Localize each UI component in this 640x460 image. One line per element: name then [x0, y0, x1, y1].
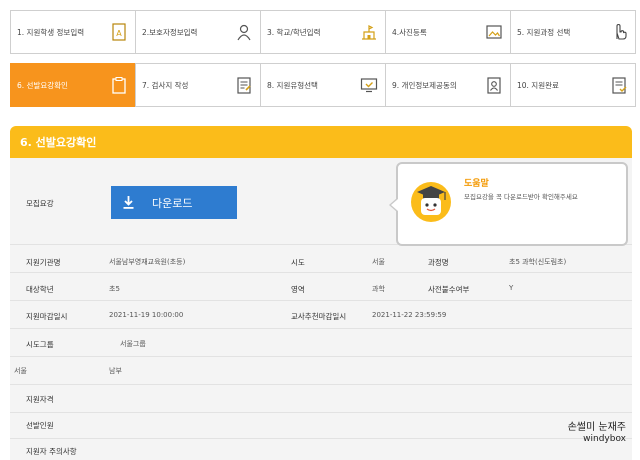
- step-photo[interactable]: 4.사진등록: [385, 10, 511, 54]
- city-value: 서울: [372, 258, 385, 266]
- download-label: 다운로드: [152, 196, 193, 210]
- step-label: 10. 지원완료: [517, 80, 559, 90]
- step-label: 3. 학교/학년입력: [267, 27, 321, 37]
- region-right-value: 남부: [109, 367, 122, 375]
- divider: [10, 328, 632, 329]
- step-document-a[interactable]: 1. 지원학생 정보입력 A: [10, 10, 136, 54]
- step-clipboard[interactable]: 6. 선발요강확인: [10, 63, 136, 107]
- person-icon: [235, 23, 253, 41]
- step-label: 1. 지원학생 정보입력: [17, 27, 85, 37]
- graduate-mascot-icon: [411, 182, 451, 222]
- help-pointer: [389, 198, 398, 212]
- monitor-check-icon: [360, 76, 378, 94]
- download-button[interactable]: 다운로드: [111, 186, 237, 219]
- document-pen-icon: [235, 76, 253, 94]
- photo-icon: [485, 23, 503, 41]
- watermark: 손썰미 눈재주 windybox: [568, 422, 626, 445]
- teacher-deadline-value: 2021-11-22 23:59:59: [372, 311, 447, 319]
- step-document-check[interactable]: 10. 지원완료: [510, 63, 636, 107]
- recruit-label: 모집요강: [26, 199, 54, 208]
- svg-text:A: A: [116, 29, 122, 38]
- region-group-label: 시도그룹: [26, 340, 54, 349]
- section-title: 6. 선발요강확인: [20, 136, 97, 149]
- notes-label: 지원자격: [26, 395, 54, 404]
- step-label: 9. 개인정보제공동의: [392, 80, 457, 90]
- deadline-value: 2021-11-19 10:00:00: [109, 311, 184, 319]
- course-label: 과정명: [428, 258, 449, 267]
- divider: [10, 412, 632, 413]
- deadline-label: 지원마감일시: [26, 312, 68, 321]
- step-label: 8. 지원유형선택: [267, 80, 318, 90]
- steps-row-2: 6. 선발요강확인 7. 검사지 작성 8. 지원유형선택 9. 개인정보제공동의 10…: [10, 63, 636, 107]
- step-label: 2.보호자정보입력: [142, 27, 198, 37]
- institution-label: 지원기관명: [26, 258, 61, 267]
- id-card-icon: [485, 76, 503, 94]
- step-document-pen[interactable]: 7. 검사지 작성: [135, 63, 261, 107]
- divider: [10, 300, 632, 301]
- step-monitor-check[interactable]: 8. 지원유형선택: [260, 63, 386, 107]
- step-navigation: 1. 지원학생 정보입력 A 2.보호자정보입력 3. 학교/학년입력 4.사진등록 5.…: [10, 10, 636, 107]
- region-left-value: 서울: [14, 367, 27, 375]
- region-group-value: 서울그룹: [120, 340, 146, 348]
- field-label: 영역: [291, 285, 305, 294]
- step-id-card[interactable]: 9. 개인정보제공동의: [385, 63, 511, 107]
- teacher-deadline-label: 교사추천마감일시: [291, 312, 347, 321]
- download-icon: [123, 196, 134, 209]
- divider: [10, 356, 632, 357]
- step-school[interactable]: 3. 학교/학년입력: [260, 10, 386, 54]
- watermark-site: windybox: [583, 434, 626, 444]
- step-label: 7. 검사지 작성: [142, 80, 189, 90]
- document-a-icon: A: [110, 23, 128, 41]
- city-label: 시도: [291, 258, 305, 267]
- document-check-icon: [610, 76, 628, 94]
- institution-value: 서울남부영재교육원(초등): [109, 258, 186, 266]
- school-icon: [360, 23, 378, 41]
- help-title: 도움말: [464, 179, 489, 189]
- divider: [10, 272, 632, 273]
- help-tooltip: 도움말 모집요강을 꼭 다운로드받아 확인해주세요: [389, 162, 628, 246]
- clipboard-icon: [110, 76, 128, 94]
- step-label: 6. 선발요강확인: [17, 80, 68, 90]
- watermark-name: 손썰미 눈재주: [567, 422, 626, 433]
- recommend-value: Y: [509, 284, 514, 292]
- field-value: 과학: [372, 285, 385, 293]
- help-text: 모집요강을 꼭 다운로드받아 확인해주세요: [464, 193, 578, 201]
- step-person[interactable]: 2.보호자정보입력: [135, 10, 261, 54]
- hand-pointer-icon: [610, 23, 628, 41]
- grade-label: 대상학년: [26, 285, 54, 294]
- divider: [10, 384, 632, 385]
- step-hand-pointer[interactable]: 5. 지원과정 선택: [510, 10, 636, 54]
- section-header: 6. 선발요강확인: [10, 126, 632, 158]
- step-label: 5. 지원과정 선택: [517, 27, 571, 37]
- course-value: 초5 과학(신도림초): [509, 258, 567, 266]
- recommend-label: 사전불수여부: [428, 285, 470, 294]
- divider: [10, 438, 632, 439]
- steps-row-1: 1. 지원학생 정보입력 A 2.보호자정보입력 3. 학교/학년입력 4.사진등록 5.…: [10, 10, 636, 54]
- selection-label: 선발인원: [26, 421, 54, 430]
- step-label: 4.사진등록: [392, 27, 427, 37]
- caution-label: 지원자 주의사항: [26, 447, 77, 456]
- grade-value: 초5: [109, 285, 120, 293]
